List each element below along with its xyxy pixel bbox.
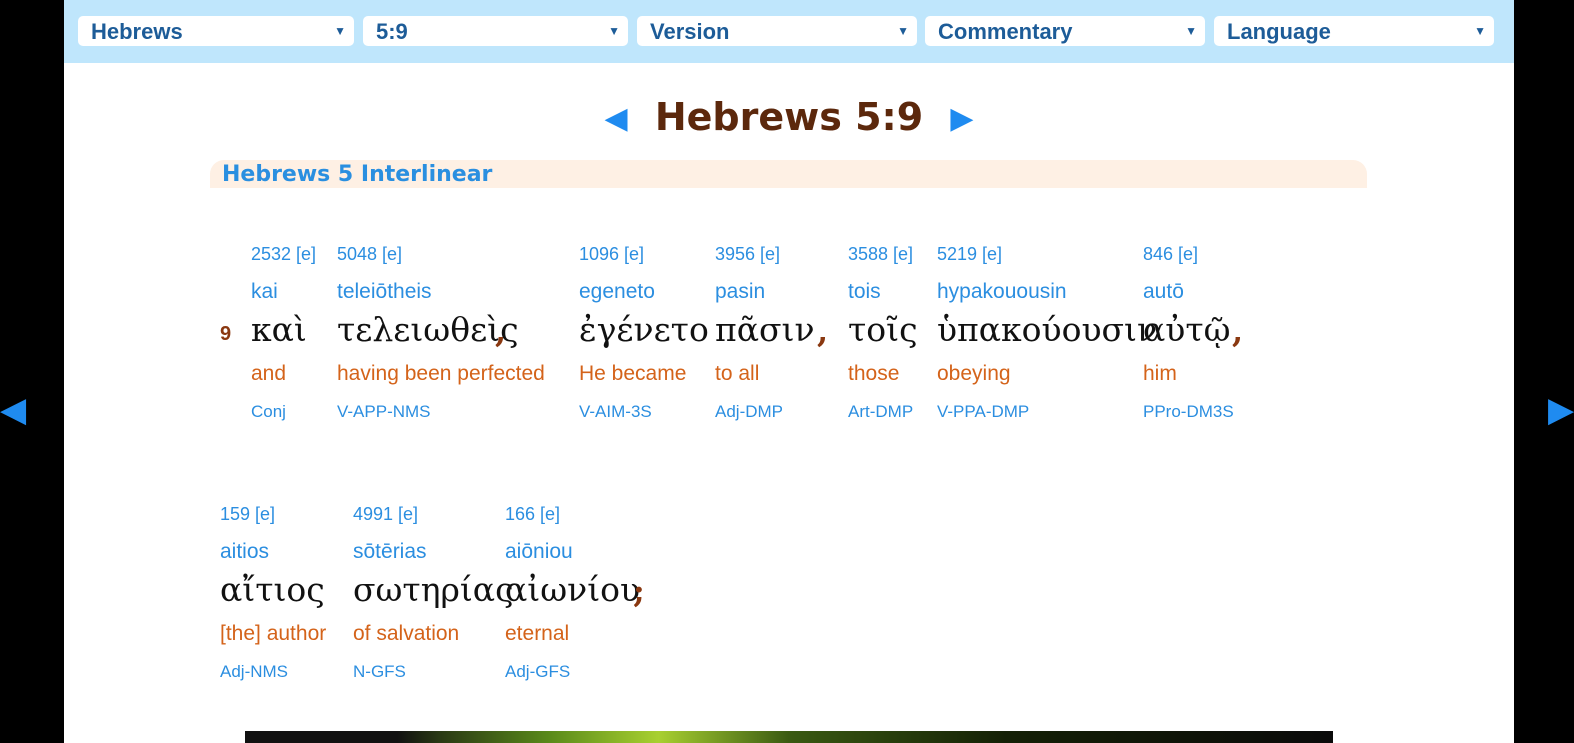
media-banner (245, 731, 1333, 743)
greek-word: αἴτιος (220, 570, 325, 609)
section-heading-link[interactable]: Hebrews 5 Interlinear (222, 162, 492, 187)
chapter-verse-label: 5:9 (376, 19, 408, 44)
version-select[interactable]: Version ▼ (637, 16, 917, 46)
english-gloss: and (251, 362, 287, 385)
commentary-select[interactable]: Commentary ▼ (925, 16, 1205, 46)
transliteration-link[interactable]: egeneto (579, 280, 655, 304)
parsing-link[interactable]: N-GFS (353, 662, 406, 682)
strongs-link[interactable]: 3956 [e] (715, 244, 780, 265)
parsing-link[interactable]: V-APP-NMS (337, 402, 431, 422)
strongs-link[interactable]: 5048 [e] (337, 244, 402, 265)
parsing-link[interactable]: Adj-NMS (220, 662, 288, 682)
chevron-down-icon: ▼ (334, 24, 346, 38)
greek-word: ἐγένετο (579, 310, 709, 349)
book-select[interactable]: Hebrews ▼ (78, 16, 354, 46)
strongs-link[interactable]: 1096 [e] (579, 244, 644, 265)
transliteration-link[interactable]: aiōniou (505, 540, 573, 564)
greek-word: τοῖς (848, 310, 918, 349)
strongs-link[interactable]: 2532 [e] (251, 244, 316, 265)
verse-nav: ◀ Hebrews 5:9 ▶ (64, 95, 1514, 141)
greek-word: πᾶσιν (715, 310, 815, 349)
english-gloss: of salvation (353, 622, 460, 645)
english-gloss: to all (715, 362, 760, 385)
punctuation-mark: , (817, 312, 829, 350)
language-select-label: Language (1227, 19, 1331, 44)
version-select-label: Version (650, 19, 730, 44)
english-gloss: having been perfected (337, 362, 545, 385)
greek-word: αἰωνίου (505, 570, 641, 609)
punctuation-mark: , (495, 312, 507, 350)
parsing-link[interactable]: V-AIM-3S (579, 402, 652, 422)
strongs-link[interactable]: 846 [e] (1143, 244, 1198, 265)
english-gloss: He became (579, 362, 687, 385)
punctuation-mark: ; (633, 572, 645, 610)
chevron-down-icon: ▼ (897, 24, 909, 38)
strongs-link[interactable]: 3588 [e] (848, 244, 913, 265)
transliteration-link[interactable]: tois (848, 280, 881, 304)
english-gloss: eternal (505, 622, 570, 645)
transliteration-link[interactable]: aitios (220, 540, 269, 564)
greek-word: ὑπακούουσιν (937, 310, 1158, 349)
chevron-down-icon: ▼ (1474, 24, 1486, 38)
chevron-down-icon: ▼ (608, 24, 620, 38)
parsing-link[interactable]: Adj-GFS (505, 662, 570, 682)
transliteration-link[interactable]: pasin (715, 280, 765, 304)
transliteration-link[interactable]: sōtērias (353, 540, 427, 564)
book-select-label: Hebrews (91, 19, 183, 44)
punctuation-mark: , (1232, 312, 1244, 350)
parsing-link[interactable]: PPro-DM3S (1143, 402, 1234, 422)
verse-number: 9 (220, 323, 232, 345)
language-select[interactable]: Language ▼ (1214, 16, 1494, 46)
transliteration-link[interactable]: teleiōtheis (337, 280, 432, 304)
transliteration-link[interactable]: autō (1143, 280, 1184, 304)
english-gloss: those (848, 362, 900, 385)
prev-verse-icon[interactable]: ◀ (605, 101, 628, 136)
transliteration-link[interactable]: hypakouousin (937, 280, 1067, 304)
page: Hebrews ▼ 5:9 ▼ Version ▼ Commentary ▼ L… (64, 0, 1514, 743)
greek-word: σωτηρίας (353, 570, 514, 609)
greek-word: τελειωθεὶς (337, 310, 519, 349)
strongs-link[interactable]: 159 [e] (220, 504, 275, 525)
english-gloss: him (1143, 362, 1177, 385)
strongs-link[interactable]: 5219 [e] (937, 244, 1002, 265)
prev-chapter-icon[interactable]: ◀ (0, 392, 26, 428)
transliteration-link[interactable]: kai (251, 280, 278, 304)
toolbar: Hebrews ▼ 5:9 ▼ Version ▼ Commentary ▼ L… (64, 0, 1514, 63)
parsing-link[interactable]: Adj-DMP (715, 402, 783, 422)
chevron-down-icon: ▼ (1185, 24, 1197, 38)
greek-word: αὐτῷ (1143, 310, 1231, 349)
english-gloss: obeying (937, 362, 1011, 385)
parsing-link[interactable]: Conj (251, 402, 286, 422)
strongs-link[interactable]: 4991 [e] (353, 504, 418, 525)
greek-word: καὶ (251, 310, 307, 349)
section-header: Hebrews 5 Interlinear (210, 160, 1367, 188)
page-title: Hebrews 5:9 (654, 95, 924, 139)
parsing-link[interactable]: Art-DMP (848, 402, 913, 422)
parsing-link[interactable]: V-PPA-DMP (937, 402, 1029, 422)
commentary-select-label: Commentary (938, 19, 1073, 44)
strongs-link[interactable]: 166 [e] (505, 504, 560, 525)
chapter-verse-select[interactable]: 5:9 ▼ (363, 16, 628, 46)
next-chapter-icon[interactable]: ▶ (1548, 392, 1574, 428)
english-gloss: [the] author (220, 622, 327, 645)
next-verse-icon[interactable]: ▶ (950, 101, 973, 136)
